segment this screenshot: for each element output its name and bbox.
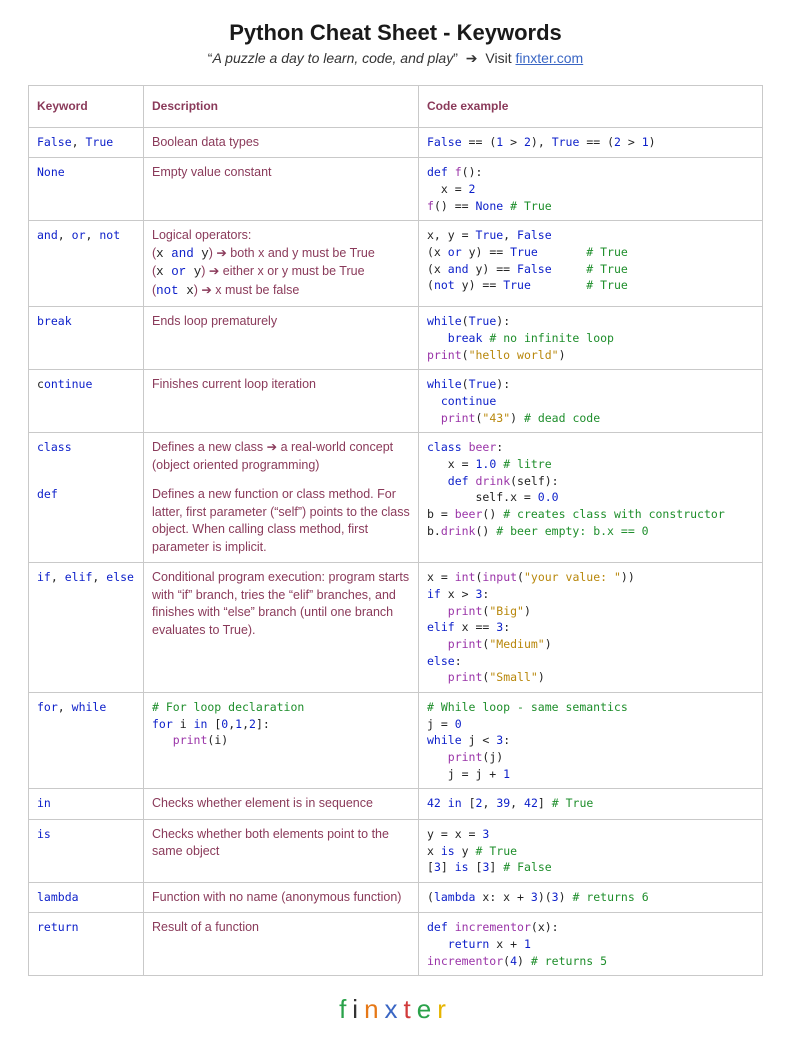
kw-def: def — [37, 486, 135, 503]
kw-none: None — [37, 164, 135, 181]
kw-is: is — [37, 826, 135, 843]
row-continue: continue Finishes current loop iteration… — [29, 370, 763, 433]
desc-break: Ends loop prematurely — [144, 307, 419, 370]
kw-continue: continue — [37, 376, 135, 393]
row-break: break Ends loop prematurely while(True):… — [29, 307, 763, 370]
code-class-def: class beer: x = 1.0 # litre def drink(se… — [427, 439, 754, 539]
desc-and-or-not: Logical operators:(x and y) ➔ both x and… — [144, 221, 419, 307]
kw-in: in — [37, 795, 135, 812]
logo-letter: e — [417, 994, 437, 1025]
desc-continue: Finishes current loop iteration — [144, 370, 419, 433]
code-and-or-not: x, y = True, False (x or y) == True # Tr… — [427, 227, 754, 294]
row-in: in Checks whether element is in sequence… — [29, 789, 763, 820]
desc-false-true: Boolean data types — [144, 127, 419, 158]
desc-return: Result of a function — [144, 913, 419, 976]
code-return: def incrementor(x): return x + 1 increme… — [427, 919, 754, 969]
kw-class: class — [37, 439, 135, 456]
col-keyword: Keyword — [29, 86, 144, 128]
kw-lambda: lambda — [37, 889, 135, 906]
page-title: Python Cheat Sheet - Keywords — [28, 20, 763, 46]
desc-none: Empty value constant — [144, 158, 419, 221]
kw-false-true: False, True — [37, 134, 135, 151]
cheatsheet-table: Keyword Description Code example False, … — [28, 85, 763, 976]
desc-is: Checks whether both elements point to th… — [144, 819, 419, 882]
arrow-icon: ➔ — [466, 50, 478, 66]
logo-letter: r — [437, 994, 452, 1025]
desc-if-elif-else: Conditional program execution: program s… — [144, 563, 419, 693]
desc-lambda: Function with no name (anonymous functio… — [144, 882, 419, 913]
desc-in: Checks whether element is in sequence — [144, 789, 419, 820]
quote-close: ” — [453, 50, 458, 66]
code-lambda: (lambda x: x + 3)(3) # returns 6 — [427, 889, 754, 906]
code-is: y = x = 3 x is y # True [3] is [3] # Fal… — [427, 826, 754, 876]
code-false-true: False == (1 > 2), True == (2 > 1) — [427, 134, 754, 151]
kw-if-elif-else: if, elif, else — [37, 569, 135, 586]
desc-def: Defines a new function or class method. … — [144, 480, 419, 563]
logo-letter: n — [364, 994, 384, 1025]
row-false-true: False, True Boolean data types False == … — [29, 127, 763, 158]
code-none: def f(): x = 2 f() == None # True — [427, 164, 754, 214]
page-subtitle: “A puzzle a day to learn, code, and play… — [28, 50, 763, 67]
kw-for-while: for, while — [37, 699, 135, 716]
col-code: Code example — [419, 86, 763, 128]
kw-return: return — [37, 919, 135, 936]
col-description: Description — [144, 86, 419, 128]
code-for-while: # While loop - same semantics j = 0 whil… — [427, 699, 754, 782]
kw-break: break — [37, 313, 135, 330]
row-is: is Checks whether both elements point to… — [29, 819, 763, 882]
code-continue: while(True): continue print("43") # dead… — [427, 376, 754, 426]
code-if-elif-else: x = int(input("your value: ")) if x > 3:… — [427, 569, 754, 686]
logo-letter: t — [404, 994, 417, 1025]
visit-label: Visit — [485, 50, 515, 66]
row-and-or-not: and, or, not Logical operators:(x and y)… — [29, 221, 763, 307]
finxter-logo: finxter — [28, 994, 763, 1025]
row-return: return Result of a function def incremen… — [29, 913, 763, 976]
logo-letter: x — [385, 994, 404, 1025]
code-break: while(True): break # no infinite loop pr… — [427, 313, 754, 363]
row-if-elif-else: if, elif, else Conditional program execu… — [29, 563, 763, 693]
desc-class: Defines a new class ➔ a real-world conce… — [144, 433, 419, 481]
logo-letter: i — [352, 994, 364, 1025]
code-in: 42 in [2, 39, 42] # True — [427, 795, 754, 812]
row-none: None Empty value constant def f(): x = 2… — [29, 158, 763, 221]
quote-text: A puzzle a day to learn, code, and play — [212, 50, 453, 66]
logo-letter: f — [339, 994, 352, 1025]
row-lambda: lambda Function with no name (anonymous … — [29, 882, 763, 913]
desc-for-while-code: # For loop declaration for i in [0,1,2]:… — [152, 699, 410, 749]
row-class: class Defines a new class ➔ a real-world… — [29, 433, 763, 481]
table-header-row: Keyword Description Code example — [29, 86, 763, 128]
row-for-while: for, while # For loop declaration for i … — [29, 693, 763, 789]
kw-and-or-not: and, or, not — [37, 227, 135, 244]
finxter-link[interactable]: finxter.com — [516, 50, 584, 66]
